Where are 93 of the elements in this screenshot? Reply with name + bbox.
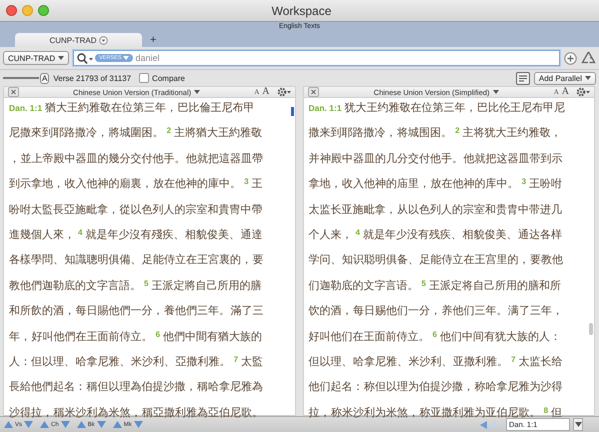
verse-text: 就是年少没有残疾、 相貌俊美、 通达各样 (362, 226, 562, 242)
up-triangle-icon[interactable] (76, 421, 86, 428)
up-triangle-icon[interactable] (40, 421, 50, 428)
slider-label: A (40, 72, 50, 84)
verse-text: 王吩咐 (529, 176, 562, 192)
verse-text: 教他們迦勒底的文字言語。 (9, 278, 141, 293)
verse-text: 到示拿地， 收入他神的廟裏， 放在他神的庫中。 (9, 176, 242, 192)
position-marker (290, 107, 294, 116)
verse-number: 5 (144, 278, 148, 288)
verse-text: 太监长给 (518, 354, 563, 369)
verse-text: 尼撒來到耶路撒冷， 將城圍困。 (9, 125, 164, 140)
verse-text: 王派定将自己所用的膳和所 (428, 278, 561, 293)
verse-text: 太监长亚施毗拿， 从以色列人的宗室和贵胄中带进几 (308, 202, 562, 217)
verse-text: 个人来， (308, 226, 352, 242)
verse-text: 就是年少沒有殘疾、 相貌俊美、 通達 (85, 226, 263, 242)
back-arrow-icon[interactable] (479, 420, 488, 430)
verse-text: 猶大王約雅敬在位第三年， 巴比倫王尼布甲 (45, 100, 255, 115)
verse-text: 吩咐太監長亞施毗拿， 從以色列人的宗室和貴冑中帶 (9, 202, 263, 217)
verse-text: 们迦勒底的文字言语。 (308, 278, 418, 293)
layout-icon[interactable] (516, 72, 530, 84)
module-dropdown[interactable]: CUNP-TRAD (3, 51, 70, 65)
reference-dropdown[interactable] (573, 418, 583, 431)
verse-text: 進幾個人來， (9, 226, 75, 242)
verse-text: 撒来到耶路撒冷， 将城围困。 (308, 125, 452, 140)
verse-number: 4 (356, 228, 360, 237)
caret-icon (194, 90, 200, 94)
zoom-button[interactable] (38, 5, 49, 16)
verse-text: 但以理、 哈拿尼雅、 米沙利、 亚撒利雅。 (308, 354, 508, 369)
larger-font-button[interactable]: A (262, 87, 270, 97)
verse-text: 他们起名： 称但以理为伯提沙撒， 称哈拿尼雅为沙得 (308, 379, 563, 394)
verse-text: 主将犹大王约雅敬， (462, 125, 562, 140)
close-pane-icon[interactable] (308, 87, 318, 97)
document-tab[interactable]: CUNP-TRAD (15, 33, 142, 47)
verse-text: 年， 好叫他們在王面前侍立。 (9, 328, 153, 344)
caret-icon (58, 56, 64, 60)
scroll-thumb[interactable] (589, 323, 593, 335)
compare-checkbox[interactable] (139, 73, 150, 83)
verse-text: 饮的酒， 每日赐他们一分， 养他们三年。 满了三年， (308, 303, 564, 318)
verse-text: 主將猶大王約雅敬 (174, 125, 262, 140)
caret-icon (492, 90, 499, 94)
window-title: Workspace (270, 4, 332, 18)
verse-text: 但 (551, 404, 562, 420)
settings-icon[interactable] (276, 87, 290, 97)
verse-number: 8 (544, 406, 548, 415)
verse-number: 6 (156, 330, 160, 339)
verse-text: 沙得拉， 稱米沙利為米煞， 稱亞撒利雅為亞伯尼歌。 (9, 404, 264, 420)
verse-text: 和所飲的酒， 每日賜他們一分， 養他們三年。 滿了三 (9, 303, 264, 318)
add-parallel-button[interactable]: Add Parallel (534, 72, 596, 84)
verse-number: 6 (432, 330, 437, 339)
close-button[interactable] (6, 5, 17, 16)
verse-count: Verse 21793 of 31137 (53, 74, 132, 82)
verse-text: 他們中間有猶大族的 (163, 328, 262, 344)
verse-text: 王 (252, 176, 263, 192)
caret-icon (123, 56, 130, 60)
down-triangle-icon[interactable] (134, 421, 143, 428)
verse-text: 他们中间有犹大族的人： (440, 328, 561, 344)
verse-text: 人：但以理、 哈拿尼雅、 米沙利、 亞撒利雅。 (9, 354, 231, 369)
verse-number: 3 (244, 177, 249, 186)
verse-number: 7 (511, 354, 516, 364)
verse-number: 7 (234, 354, 238, 364)
verse-text: 長給他們起名： 稱但以理為伯提沙撒， 稱哈拿尼雅為 (9, 379, 264, 394)
verse-text: 拿地， 收入他神的庙里， 放在他神的库中。 (308, 176, 519, 192)
verse-number: 2 (166, 126, 172, 136)
verse-number: 4 (78, 228, 82, 237)
verse-text: 学问、 知识聪明俱备、 足能侍立在王宫里的， 要教他 (308, 252, 564, 268)
verse-text: ， 並上帝殿中器皿的幾分交付他手。 他就把這器皿帶 (9, 150, 264, 166)
verse-text: 好叫他们在王面前侍立。 (308, 328, 430, 344)
larger-font-button[interactable]: A (562, 87, 569, 97)
search-icon (77, 52, 94, 64)
search-text: daniel (135, 53, 160, 63)
minimize-button[interactable] (22, 5, 33, 16)
verse-text: 各樣學問、 知識聰明俱備、 足能侍立在王宮裏的， 要 (9, 252, 264, 268)
up-triangle-icon[interactable] (4, 421, 13, 428)
caret-icon (585, 76, 591, 80)
down-triangle-icon[interactable] (96, 421, 106, 428)
close-pane-icon[interactable] (8, 87, 19, 97)
caret-icon (574, 422, 582, 427)
new-tab-button[interactable]: + (142, 33, 156, 47)
verse-text: 拉， 称米沙利为米煞， 称亚撒利雅为亚伯尼歌。 (308, 404, 541, 420)
verse-number: 2 (455, 126, 460, 136)
tab-menu-icon[interactable] (98, 36, 108, 44)
up-triangle-icon[interactable] (112, 421, 122, 428)
settings-icon[interactable] (576, 87, 590, 97)
verse-text: 犹大王约雅敬在位第三年， 巴比伦王尼布甲尼 (344, 100, 566, 115)
compare-label: Compare (152, 74, 185, 82)
verse-text: 王派定將自己所用的膳 (151, 278, 262, 293)
down-triangle-icon[interactable] (24, 421, 34, 428)
verse-number: 3 (522, 177, 526, 186)
add-icon[interactable] (564, 52, 577, 64)
verse-number: 5 (422, 278, 426, 288)
verse-text: 太監 (241, 354, 264, 369)
down-triangle-icon[interactable] (60, 421, 70, 428)
verse-text: 并 神殿中器皿的几分交付他手。 他就把这器皿带到示 (308, 150, 563, 166)
